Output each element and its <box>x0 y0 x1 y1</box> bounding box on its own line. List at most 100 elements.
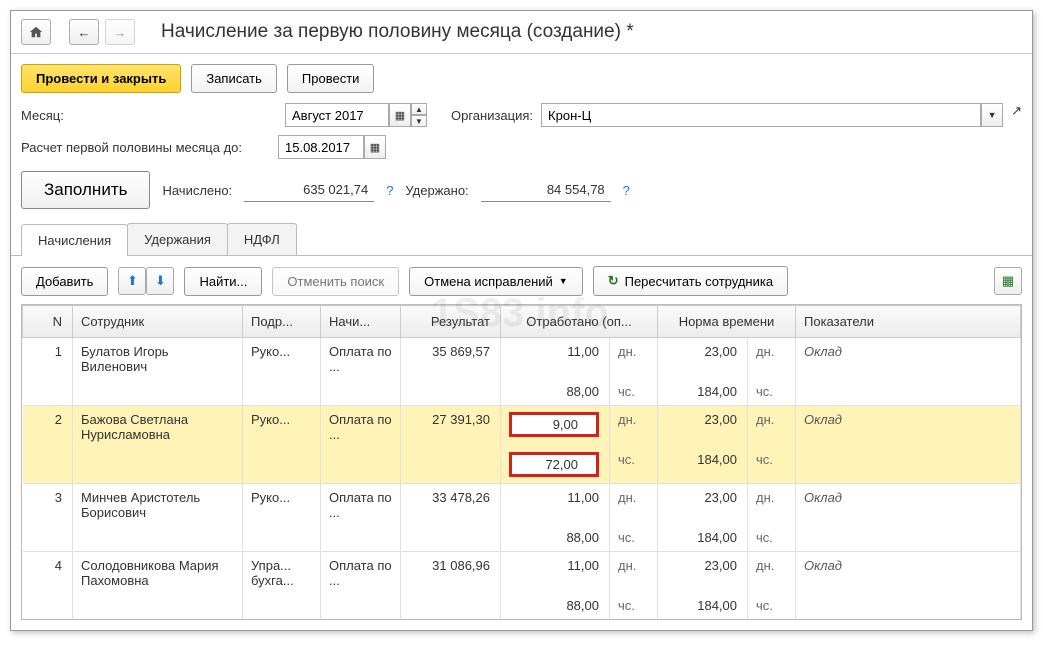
cell-accrual: Оплата по ... <box>321 484 401 527</box>
unit-hours: чс. <box>610 526 658 552</box>
month-up-button[interactable]: ▲ <box>411 103 427 115</box>
tab-accruals[interactable]: Начисления <box>21 224 128 256</box>
cell-worked-hours: 88,00 <box>501 380 610 406</box>
cell-indicator: Оклад <box>796 338 1021 381</box>
save-button[interactable]: Записать <box>191 64 277 93</box>
move-up-button[interactable]: ⬆ <box>118 267 146 295</box>
grid-settings-button[interactable]: ▦ <box>994 267 1022 295</box>
chevron-down-icon: ▼ <box>559 276 568 286</box>
cell-norm-hours: 184,00 <box>658 448 748 484</box>
month-down-button[interactable]: ▼ <box>411 115 427 127</box>
cell-norm-hours: 184,00 <box>658 380 748 406</box>
cell-accrual: Оплата по ... <box>321 338 401 381</box>
col-norm[interactable]: Норма времени <box>658 306 796 338</box>
post-button[interactable]: Провести <box>287 64 375 93</box>
col-worked[interactable]: Отработано (оп... <box>501 306 658 338</box>
cell-employee: Солодовникова Мария Пахомовна <box>73 552 243 595</box>
accrued-label: Начислено: <box>162 183 232 198</box>
table-row[interactable]: 3Минчев Аристотель БорисовичРуко...Оплат… <box>23 484 1021 527</box>
open-icon: ↗ <box>1011 103 1022 118</box>
table-subrow[interactable]: 88,00чс.184,00чс. <box>23 594 1021 619</box>
cell-norm-days: 23,00 <box>658 484 748 527</box>
find-button[interactable]: Найти... <box>184 267 262 296</box>
unit-hours: чс. <box>748 526 796 552</box>
cell-worked-hours: 72,00 <box>501 448 610 484</box>
org-field[interactable] <box>541 103 981 127</box>
table-row[interactable]: 2Бажова Светлана НурисламовнаРуко...Опла… <box>23 406 1021 449</box>
col-result[interactable]: Результат <box>401 306 501 338</box>
forward-button[interactable]: → <box>105 19 135 45</box>
cell-dept: Упра... бухга... <box>243 552 321 595</box>
unit-hours: чс. <box>748 380 796 406</box>
unit-days: дн. <box>610 552 658 595</box>
cancel-corrections-label: Отмена исправлений <box>424 274 553 289</box>
cell-worked-hours: 88,00 <box>501 594 610 619</box>
recalc-label: Пересчитать сотрудника <box>625 274 773 289</box>
month-field[interactable] <box>285 103 389 127</box>
col-n[interactable]: N <box>23 306 73 338</box>
tab-ndfl[interactable]: НДФЛ <box>227 223 297 255</box>
cell-norm-days: 23,00 <box>658 338 748 381</box>
unit-days: дн. <box>748 406 796 449</box>
cell-n: 4 <box>23 552 73 595</box>
cell-indicator: Оклад <box>796 484 1021 527</box>
table-subrow[interactable]: 88,00чс.184,00чс. <box>23 380 1021 406</box>
month-label: Месяц: <box>21 108 277 123</box>
col-employee[interactable]: Сотрудник <box>73 306 243 338</box>
accrued-value: 635 021,74 <box>244 178 374 202</box>
home-button[interactable] <box>21 19 51 45</box>
arrow-right-icon: → <box>114 25 127 40</box>
tab-withholdings[interactable]: Удержания <box>127 223 228 255</box>
cell-norm-days: 23,00 <box>658 552 748 595</box>
cancel-search-button: Отменить поиск <box>272 267 399 296</box>
withheld-help[interactable]: ? <box>623 183 630 198</box>
table-row[interactable]: 1Булатов Игорь ВиленовичРуко...Оплата по… <box>23 338 1021 381</box>
col-accrual[interactable]: Начи... <box>321 306 401 338</box>
cell-result: 31 086,96 <box>401 552 501 595</box>
cell-n: 3 <box>23 484 73 527</box>
table-subrow[interactable]: 88,00чс.184,00чс. <box>23 526 1021 552</box>
recalc-employee-button[interactable]: ↻ Пересчитать сотрудника <box>593 266 788 296</box>
cell-norm-hours: 184,00 <box>658 526 748 552</box>
add-button[interactable]: Добавить <box>21 267 108 296</box>
cell-worked-days: 11,00 <box>501 484 610 527</box>
home-icon <box>29 25 43 39</box>
unit-hours: чс. <box>748 448 796 484</box>
calc-until-field[interactable] <box>278 135 364 159</box>
fill-button[interactable]: Заполнить <box>21 171 150 209</box>
cell-norm-days: 23,00 <box>658 406 748 449</box>
cell-result: 27 391,30 <box>401 406 501 449</box>
table-subrow[interactable]: 72,00чс.184,00чс. <box>23 448 1021 484</box>
cell-n: 2 <box>23 406 73 449</box>
org-dropdown-button[interactable]: ▼ <box>981 103 1003 127</box>
cell-accrual: Оплата по ... <box>321 552 401 595</box>
refresh-icon: ↻ <box>608 273 619 289</box>
calc-until-calendar-button[interactable]: ▦ <box>364 135 386 159</box>
back-button[interactable]: ← <box>69 19 99 45</box>
unit-days: дн. <box>610 406 658 449</box>
chevron-down-icon: ▼ <box>988 110 997 120</box>
post-close-button[interactable]: Провести и закрыть <box>21 64 181 93</box>
cell-result: 35 869,57 <box>401 338 501 381</box>
cell-accrual: Оплата по ... <box>321 406 401 449</box>
cell-n: 1 <box>23 338 73 381</box>
cell-worked-days: 11,00 <box>501 338 610 381</box>
table-row[interactable]: 4Солодовникова Мария ПахомовнаУпра... бу… <box>23 552 1021 595</box>
unit-days: дн. <box>610 338 658 381</box>
unit-days: дн. <box>748 552 796 595</box>
unit-days: дн. <box>748 484 796 527</box>
calendar-icon: ▦ <box>370 141 380 154</box>
cancel-corrections-button[interactable]: Отмена исправлений ▼ <box>409 267 583 296</box>
page-title: Начисление за первую половину месяца (со… <box>161 21 634 43</box>
accrued-help[interactable]: ? <box>386 183 393 198</box>
cell-dept: Руко... <box>243 484 321 527</box>
month-calendar-button[interactable]: ▦ <box>389 103 411 127</box>
calc-until-label: Расчет первой половины месяца до: <box>21 140 242 155</box>
move-down-button[interactable]: ⬇ <box>146 267 174 295</box>
col-indicators[interactable]: Показатели <box>796 306 1021 338</box>
arrow-down-icon: ⬇ <box>155 273 166 289</box>
cell-employee: Минчев Аристотель Борисович <box>73 484 243 527</box>
cell-result: 33 478,26 <box>401 484 501 527</box>
org-open-button[interactable]: ↗ <box>1011 103 1022 127</box>
col-dept[interactable]: Подр... <box>243 306 321 338</box>
